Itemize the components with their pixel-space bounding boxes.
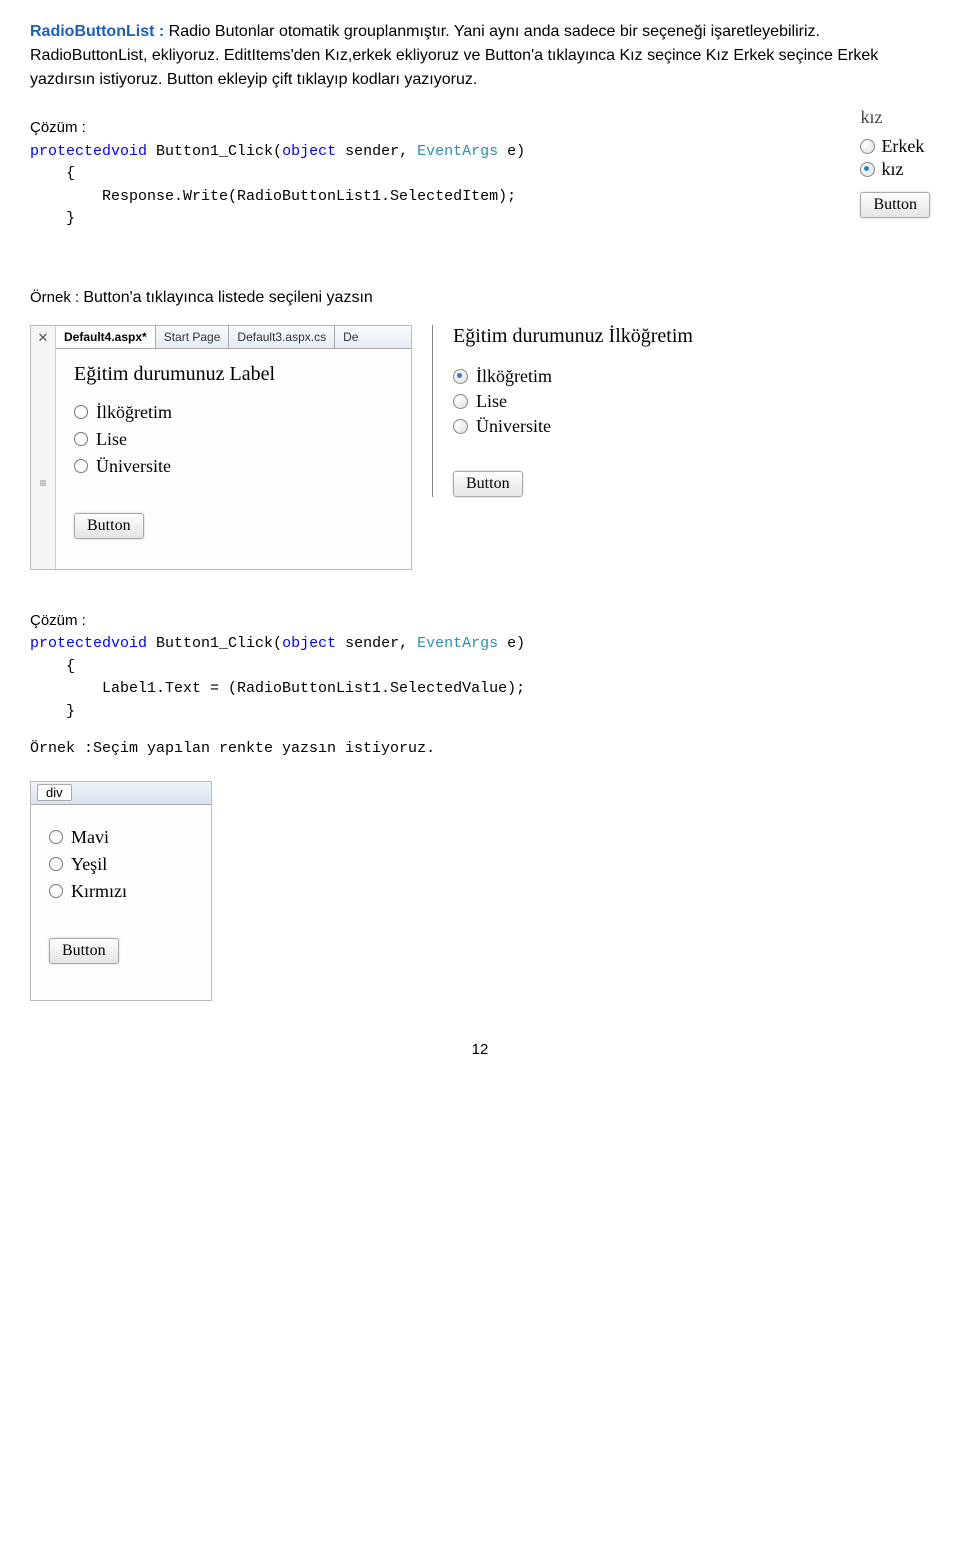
radio-icon-selected (453, 369, 468, 384)
code1-l2: { (30, 165, 75, 182)
radio-icon (49, 830, 63, 844)
code-block-1: Çözüm : protectedvoid Button1_Click(obje… (30, 117, 820, 231)
color-panel: div Mavi Yeşil Kırmızı Button (30, 781, 212, 1001)
right-opt-lise[interactable]: Lise (453, 391, 693, 412)
vs-opt-universite[interactable]: Üniversite (74, 456, 393, 477)
mini1-opt1-label: Erkek (881, 136, 924, 157)
vs-opt1: İlköğretim (96, 402, 172, 423)
code2-l4: } (30, 703, 75, 720)
bp-opt1: Mavi (71, 827, 109, 848)
tab-default3cs[interactable]: Default3.aspx.cs (229, 326, 335, 348)
code2-l2: { (30, 658, 75, 675)
radio-icon (49, 884, 63, 898)
mini1-opt2-label: kız (881, 159, 903, 180)
vs-opt3: Üniversite (96, 456, 171, 477)
mini1-button[interactable]: Button (860, 192, 930, 218)
bp-opt3: Kırmızı (71, 881, 127, 902)
color-opt-kirmizi[interactable]: Kırmızı (49, 881, 193, 902)
code1-tail: e) (498, 143, 525, 160)
right-opt-ilkogretim[interactable]: İlköğretim (453, 366, 693, 387)
vs-opt2: Lise (96, 429, 127, 450)
example1-heading: Örnek : Button'a tıklayınca listede seçi… (30, 286, 930, 310)
code1-l3: Response.Write(RadioButtonList1.Selected… (30, 188, 516, 205)
tab-default4[interactable]: Default4.aspx* (56, 326, 156, 348)
color-button[interactable]: Button (49, 938, 119, 964)
vs-tabs: Default4.aspx* Start Page Default3.aspx.… (56, 326, 411, 349)
code1-mid: sender, (336, 143, 417, 160)
radio-icon (453, 419, 468, 434)
code2-tail: e) (498, 635, 525, 652)
right-opt-universite[interactable]: Üniversite (453, 416, 693, 437)
right-opt2: Lise (476, 391, 507, 412)
example2-heading: Örnek :Seçim yapılan renkte yazsın istiy… (30, 738, 930, 761)
kw-protectedvoid2: protectedvoid (30, 635, 147, 652)
vs-opt-lise[interactable]: Lise (74, 429, 393, 450)
color-opt-mavi[interactable]: Mavi (49, 827, 193, 848)
right-opt1: İlköğretim (476, 366, 552, 387)
vs-body: Eğitim durumunuz Label İlköğretim Lise Ü… (56, 349, 411, 569)
page-number: 12 (30, 1041, 930, 1058)
code2-l3: Label1.Text = (RadioButtonList1.Selected… (30, 680, 525, 697)
mini1-header: kız (860, 107, 930, 128)
div-tag[interactable]: div (37, 784, 72, 801)
kw-protectedvoid: protectedvoid (30, 143, 147, 160)
solution-label-2: Çözüm : (30, 612, 86, 629)
right-button[interactable]: Button (453, 471, 523, 497)
code1-fn: Button1_Click( (147, 143, 282, 160)
tab-startpage[interactable]: Start Page (156, 326, 230, 348)
code1-l4: } (30, 210, 75, 227)
tab-de[interactable]: De (335, 326, 411, 348)
kw-eventargs: EventArgs (417, 143, 498, 160)
term-radiobuttonlist: RadioButtonList : (30, 23, 164, 40)
close-icon[interactable]: ✕ (38, 330, 49, 346)
vs-caption: Eğitim durumunuz Label (74, 363, 393, 386)
code2-fn: Button1_Click( (147, 635, 282, 652)
radio-icon (74, 432, 88, 446)
radio-icon-selected (860, 162, 875, 177)
color-opt-yesil[interactable]: Yeşil (49, 854, 193, 875)
bp-top: div (31, 782, 211, 805)
vs-gutter: ✕ ≡ (31, 326, 56, 569)
code2-mid: sender, (336, 635, 417, 652)
mini1-opt-kiz[interactable]: kız (860, 159, 930, 180)
browser-output-panel: Eğitim durumunuz İlköğretim İlköğretim L… (432, 325, 693, 497)
ex1-text: Button'a tıklayınca listede seçileni yaz… (83, 289, 372, 306)
vs-panel: ✕ ≡ Default4.aspx* Start Page Default3.a… (30, 325, 412, 570)
right-opt3: Üniversite (476, 416, 551, 437)
intro-paragraph: RadioButtonList : Radio Butonlar otomati… (30, 20, 930, 92)
bp-opt2: Yeşil (71, 854, 107, 875)
radio-icon (49, 857, 63, 871)
vs-opt-ilkogretim[interactable]: İlköğretim (74, 402, 393, 423)
ex1-pre: Örnek : (30, 289, 83, 306)
kw-eventargs2: EventArgs (417, 635, 498, 652)
mini-output-1: kız Erkek kız Button (860, 102, 930, 218)
code-block-2: Çözüm : protectedvoid Button1_Click(obje… (30, 610, 930, 724)
collapse-icon[interactable]: ≡ (39, 476, 46, 490)
radio-icon (453, 394, 468, 409)
solution-label-1: Çözüm : (30, 119, 86, 136)
radio-icon (74, 405, 88, 419)
vs-button[interactable]: Button (74, 513, 144, 539)
kw-object2: object (282, 635, 336, 652)
right-header: Eğitim durumunuz İlköğretim (453, 325, 693, 348)
kw-object: object (282, 143, 336, 160)
radio-icon (860, 139, 875, 154)
radio-icon (74, 459, 88, 473)
mini1-opt-erkek[interactable]: Erkek (860, 136, 930, 157)
